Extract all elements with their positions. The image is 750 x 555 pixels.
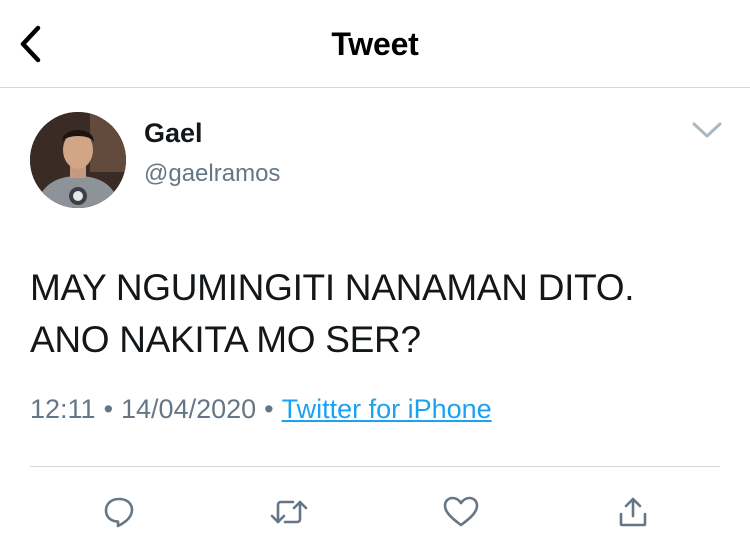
more-options-button[interactable] (688, 116, 726, 144)
divider (30, 466, 720, 467)
retweet-button[interactable] (267, 490, 311, 534)
author-name[interactable]: Gael (144, 118, 203, 149)
tweet-date: 14/04/2020 (121, 394, 257, 424)
tweet-text: MAY NGUMINGITI NANAMAN DITO. ANO NAKITA … (30, 262, 730, 366)
separator-dot: • (103, 394, 114, 424)
heart-icon (443, 496, 479, 527)
tweet-meta: 12:11 • 14/04/2020 • Twitter for iPhone (30, 394, 492, 425)
header-bar: Tweet (0, 0, 750, 88)
chevron-down-icon (692, 122, 722, 138)
separator-dot: • (264, 394, 274, 424)
source-link[interactable]: Twitter for iPhone (282, 394, 492, 424)
author-handle[interactable]: @gaelramos (144, 160, 280, 188)
reply-icon (104, 497, 134, 528)
tweet-text-line: ANO NAKITA MO SER? (30, 319, 421, 360)
share-button[interactable] (611, 490, 655, 534)
like-button[interactable] (439, 490, 483, 534)
avatar[interactable] (30, 112, 126, 208)
page-title: Tweet (331, 26, 419, 62)
retweet-icon (270, 500, 308, 524)
tweet-time: 12:11 (30, 394, 96, 424)
tweet-text-line: MAY NGUMINGITI NANAMAN DITO. (30, 267, 635, 308)
share-icon (619, 497, 647, 527)
avatar-image (30, 112, 126, 208)
reply-button[interactable] (97, 490, 141, 534)
